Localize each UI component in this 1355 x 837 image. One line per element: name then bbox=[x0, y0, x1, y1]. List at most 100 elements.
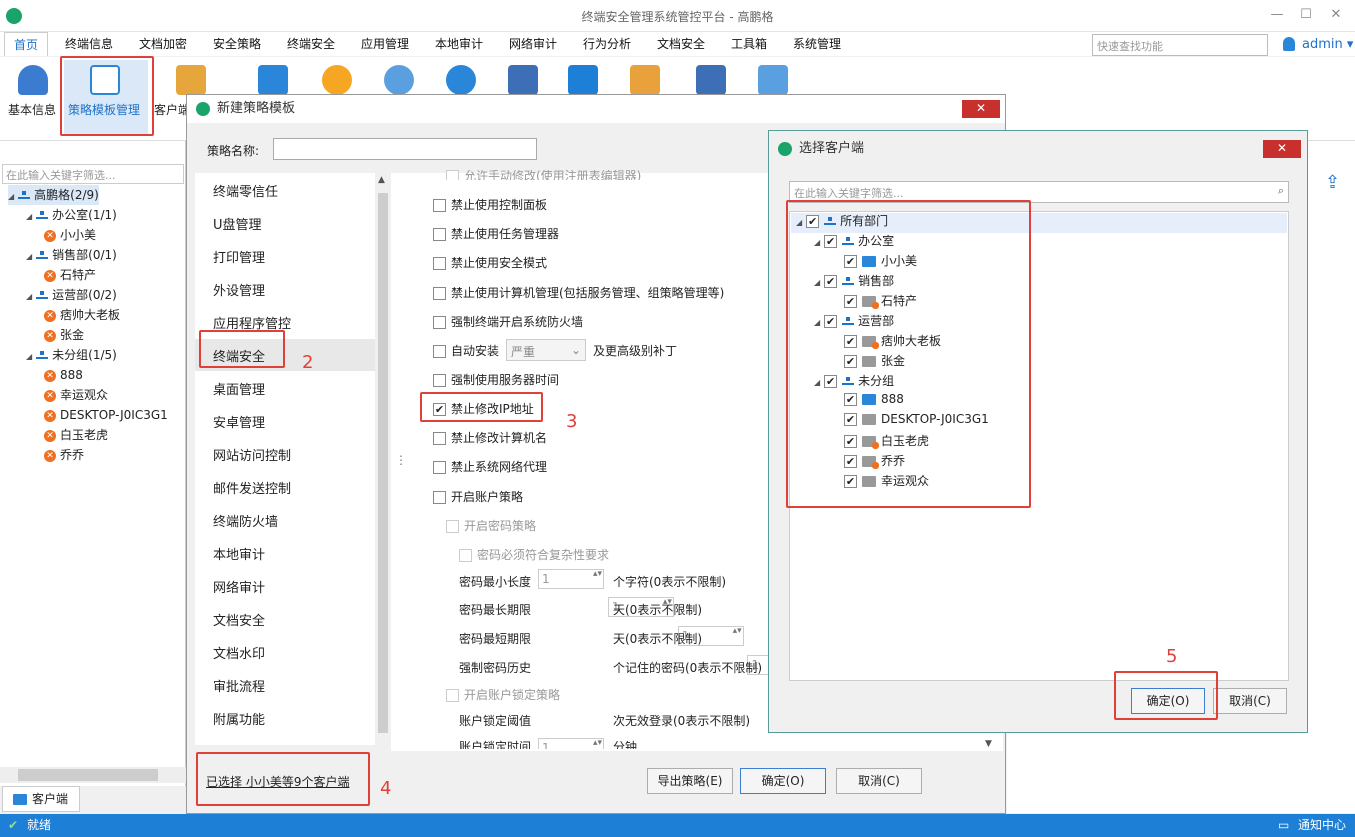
nav-print[interactable]: 打印管理 bbox=[213, 247, 265, 266]
checkbox[interactable] bbox=[446, 689, 459, 702]
tree-client[interactable]: ✕ 乔乔 bbox=[44, 445, 84, 465]
export-policy-button[interactable]: 导出策略(E) bbox=[647, 768, 733, 794]
expand-icon[interactable]: ◢ bbox=[26, 292, 32, 301]
quick-search-input[interactable]: 快速查找功能 bbox=[1092, 34, 1268, 56]
menu-doc-encrypt[interactable]: 文档加密 bbox=[139, 32, 187, 56]
menu-behavior-analysis[interactable]: 行为分析 bbox=[583, 32, 631, 56]
search-icon[interactable]: ⌕ bbox=[1278, 184, 1284, 198]
nav-android[interactable]: 安卓管理 bbox=[213, 412, 265, 431]
tree-client[interactable]: ✕ 888 bbox=[44, 365, 83, 385]
option-auto-install[interactable]: 自动安装 bbox=[433, 342, 499, 359]
checkbox[interactable] bbox=[433, 287, 446, 300]
close-icon[interactable]: ✕ bbox=[1329, 8, 1343, 22]
min-length-spinner[interactable]: 1 bbox=[538, 569, 604, 589]
nav-doc-security[interactable]: 文档安全 bbox=[213, 610, 265, 629]
client-dialog-close-button[interactable]: ✕ bbox=[1263, 140, 1301, 158]
option-disable-computer-management[interactable]: 禁止使用计算机管理(包括服务管理、组策略管理等) bbox=[433, 284, 724, 301]
policy-ok-button[interactable]: 确定(O) bbox=[740, 768, 826, 794]
nav-desktop[interactable]: 桌面管理 bbox=[213, 379, 265, 398]
option-account-policy[interactable]: 开启账户策略 bbox=[433, 488, 523, 505]
checkbox[interactable] bbox=[433, 199, 446, 212]
splitter-handle[interactable]: ⋮ bbox=[395, 453, 407, 467]
option-password-policy[interactable]: 开启密码策略 bbox=[446, 517, 536, 534]
left-filter-input[interactable]: 在此输入关键字筛选... bbox=[2, 164, 184, 184]
department-icon bbox=[36, 350, 49, 361]
tree-client[interactable]: ✕ 白玉老虎 bbox=[44, 425, 108, 445]
option-force-server-time[interactable]: 强制使用服务器时间 bbox=[433, 371, 559, 388]
nav-usb[interactable]: U盘管理 bbox=[213, 214, 262, 233]
menu-terminal-info[interactable]: 终端信息 bbox=[65, 32, 113, 56]
option-disable-proxy[interactable]: 禁止系统网络代理 bbox=[433, 458, 547, 475]
client-cancel-button[interactable]: 取消(C) bbox=[1213, 688, 1287, 714]
nav-approval[interactable]: 审批流程 bbox=[213, 676, 265, 695]
checkbox[interactable] bbox=[433, 257, 446, 270]
ribbon-basic-info[interactable]: 基本信息 bbox=[8, 101, 56, 118]
menu-terminal-security[interactable]: 终端安全 bbox=[287, 32, 335, 56]
checkbox[interactable] bbox=[433, 491, 446, 504]
tree-dept[interactable]: ◢ 办公室(1/1) bbox=[26, 205, 117, 225]
nav-addons[interactable]: 附属功能 bbox=[213, 709, 265, 728]
expand-icon[interactable]: ◢ bbox=[8, 192, 14, 201]
policy-cancel-button[interactable]: 取消(C) bbox=[836, 768, 922, 794]
nav-mail[interactable]: 邮件发送控制 bbox=[213, 478, 291, 497]
menu-system-management[interactable]: 系统管理 bbox=[793, 32, 841, 56]
notify-center[interactable]: 通知中心 bbox=[1298, 814, 1346, 837]
option-disable-safe-mode[interactable]: 禁止使用安全模式 bbox=[433, 254, 547, 271]
tree-client[interactable]: ✕ 小小美 bbox=[44, 225, 96, 245]
tree-dept[interactable]: ◢ 高鹏格(2/9) bbox=[8, 185, 99, 205]
patch-level-select[interactable]: 严重 ⌄ bbox=[506, 339, 586, 361]
policy-name-input[interactable] bbox=[273, 138, 537, 160]
checkbox[interactable] bbox=[433, 228, 446, 241]
option-disable-control-panel[interactable]: 禁止使用控制面板 bbox=[433, 196, 547, 213]
tree-client[interactable]: ✕ DESKTOP-J0IC3G1 bbox=[44, 405, 168, 425]
left-bottom-tab[interactable]: 客户端 bbox=[2, 786, 80, 812]
checkbox[interactable] bbox=[433, 432, 446, 445]
nav-firewall[interactable]: 终端防火墙 bbox=[213, 511, 278, 530]
ribbon-client[interactable]: 客户端 bbox=[154, 101, 190, 118]
tree-client[interactable]: ✕ 石特产 bbox=[44, 265, 96, 285]
tree-client[interactable]: ✕ 幸运观众 bbox=[44, 385, 108, 405]
option-allow-manual-edit[interactable]: 允许手动修改(使用注册表编辑器) bbox=[446, 170, 641, 180]
policy-nav-scrollbar[interactable]: ▲ bbox=[375, 173, 391, 745]
checkbox[interactable] bbox=[433, 345, 446, 358]
menu-app-management[interactable]: 应用管理 bbox=[361, 32, 409, 56]
nav-local-audit[interactable]: 本地审计 bbox=[213, 544, 265, 563]
checkbox[interactable] bbox=[446, 520, 459, 533]
upload-icon[interactable]: ⇪ bbox=[1325, 172, 1340, 193]
expand-icon[interactable]: ◢ bbox=[26, 352, 32, 361]
menu-toolbox[interactable]: 工具箱 bbox=[731, 32, 767, 56]
policy-dialog-close-button[interactable]: ✕ bbox=[962, 100, 1000, 118]
tree-dept[interactable]: ◢ 未分组(1/5) bbox=[26, 345, 117, 365]
lockout-duration-spinner[interactable]: 1 bbox=[538, 738, 604, 749]
menu-network-audit[interactable]: 网络审计 bbox=[509, 32, 557, 56]
option-disable-computer-rename[interactable]: 禁止修改计算机名 bbox=[433, 429, 547, 446]
option-force-firewall[interactable]: 强制终端开启系统防火墙 bbox=[433, 313, 583, 330]
minimize-icon[interactable]: — bbox=[1270, 8, 1284, 22]
option-lockout-policy[interactable]: 开启账户锁定策略 bbox=[446, 686, 560, 703]
expand-icon[interactable]: ◢ bbox=[26, 212, 32, 221]
menu-doc-security[interactable]: 文档安全 bbox=[657, 32, 705, 56]
checkbox[interactable] bbox=[433, 316, 446, 329]
nav-web-access[interactable]: 网站访问控制 bbox=[213, 445, 291, 464]
user-menu[interactable]: admin ▾ bbox=[1302, 37, 1353, 52]
tree-client[interactable]: ✕ 张金 bbox=[44, 325, 84, 345]
option-disable-task-manager[interactable]: 禁止使用任务管理器 bbox=[433, 225, 559, 242]
menu-local-audit[interactable]: 本地审计 bbox=[435, 32, 483, 56]
option-password-complexity[interactable]: 密码必须符合复杂性要求 bbox=[459, 546, 609, 563]
menu-security-policy[interactable]: 安全策略 bbox=[213, 32, 261, 56]
left-hscroll[interactable] bbox=[0, 767, 186, 783]
tree-dept[interactable]: ◢ 运营部(0/2) bbox=[26, 285, 117, 305]
menu-home[interactable]: 首页 bbox=[4, 32, 48, 56]
nav-network-audit[interactable]: 网络审计 bbox=[213, 577, 265, 596]
checkbox[interactable] bbox=[433, 374, 446, 387]
checkbox[interactable] bbox=[459, 549, 472, 562]
maximize-icon[interactable]: ☐ bbox=[1299, 8, 1313, 22]
nav-doc-watermark[interactable]: 文档水印 bbox=[213, 643, 265, 662]
expand-icon[interactable]: ◢ bbox=[26, 252, 32, 261]
nav-peripheral[interactable]: 外设管理 bbox=[213, 280, 265, 299]
tree-client[interactable]: ✕ 痞帅大老板 bbox=[44, 305, 120, 325]
checkbox[interactable] bbox=[433, 461, 446, 474]
nav-zero-trust[interactable]: 终端零信任 bbox=[213, 181, 278, 200]
notify-icon[interactable]: ▭ bbox=[1278, 814, 1289, 837]
tree-dept[interactable]: ◢ 销售部(0/1) bbox=[26, 245, 117, 265]
